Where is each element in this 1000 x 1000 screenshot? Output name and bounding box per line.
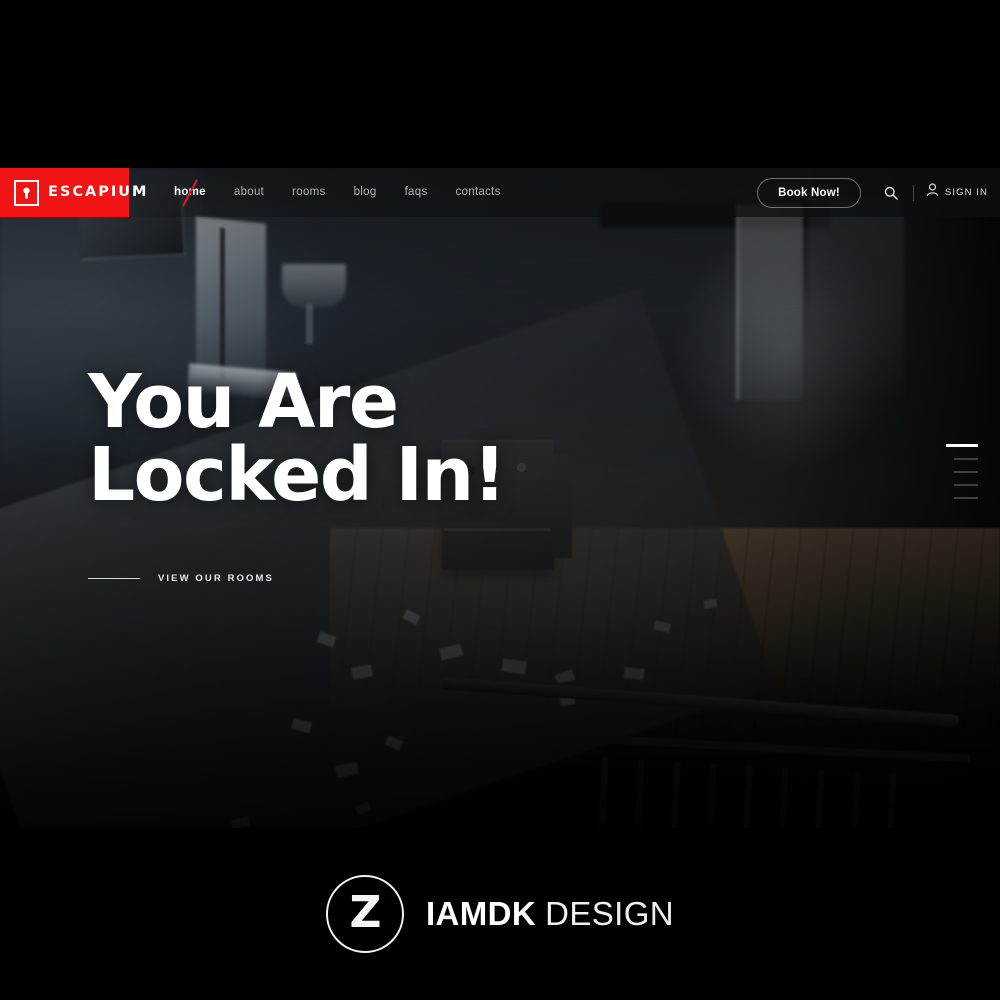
top-letterbox-band [0,0,1000,168]
sink-shape [282,264,346,308]
slider-dot-4[interactable] [954,484,978,486]
nav-item-home[interactable]: home [160,168,220,217]
primary-nav: home about rooms blog faqs contacts [160,168,515,217]
iamdk-logo-letter: Z [349,886,382,938]
slider-dot-2[interactable] [954,458,978,460]
slider-pagination [946,444,978,499]
doorway-shape [736,204,803,400]
nav-item-blog[interactable]: blog [340,168,391,217]
nav-item-contacts[interactable]: contacts [442,168,515,217]
keyhole-icon [14,179,39,206]
window-mullion-shape [220,227,225,379]
website-viewport: ESCAPIUM home about rooms blog faqs cont… [0,168,1000,828]
search-icon[interactable] [881,183,901,203]
iamdk-circle-logo-icon: Z [325,875,404,953]
cta-label: VIEW OUR ROOMS [158,572,274,584]
nav-item-faqs[interactable]: faqs [391,168,442,217]
brand-name-light: DESIGN [545,895,675,932]
navbar-divider [912,184,914,201]
logo-text: ESCAPIUM [48,184,149,201]
slider-dot-5[interactable] [954,497,978,499]
sign-in-button[interactable]: SIGN IN [926,183,988,202]
brand-name-bold: IAMDK [425,895,537,932]
cta-line-decoration [88,577,140,579]
sign-in-label: SIGN IN [944,187,988,198]
user-icon [926,183,939,202]
slider-dot-3[interactable] [954,471,978,473]
nav-item-rooms[interactable]: rooms [278,168,339,217]
slider-dot-1[interactable] [946,444,978,447]
hero-content: You Are Locked In! VIEW OUR ROOMS [88,359,506,584]
footer-brand-bar: Z IAMDK DESIGN [0,828,1000,1000]
nav-item-about[interactable]: about [220,168,278,217]
site-navbar: ESCAPIUM home about rooms blog faqs cont… [0,168,1000,217]
book-now-button[interactable]: Book Now! [757,177,861,208]
hero-title: You Are Locked In! [88,359,506,519]
logo[interactable]: ESCAPIUM [0,168,146,217]
doorway-secondary-shape [808,198,904,398]
navbar-actions: Book Now! SIGN IN [757,168,1000,217]
iamdk-wordmark: IAMDK DESIGN [426,895,674,933]
sink-pipe-shape [306,304,313,344]
view-our-rooms-link[interactable]: VIEW OUR ROOMS [88,573,505,584]
page-root: ESCAPIUM home about rooms blog faqs cont… [0,0,1000,1000]
